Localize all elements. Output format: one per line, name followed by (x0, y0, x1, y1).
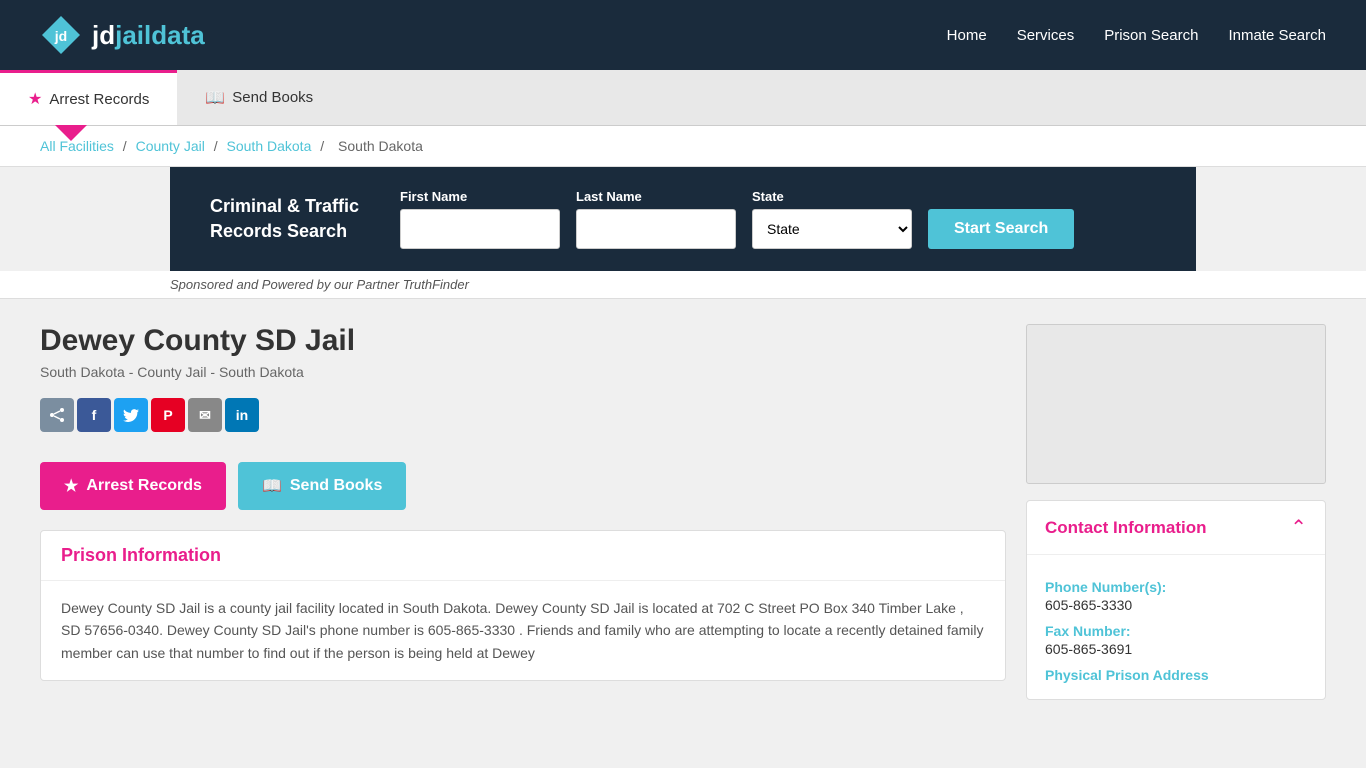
nav-prison-search[interactable]: Prison Search (1104, 27, 1198, 44)
fax-label: Fax Number: (1045, 623, 1307, 639)
address-label: Physical Prison Address (1045, 667, 1307, 683)
breadcrumb-south-dakota[interactable]: South Dakota (227, 138, 312, 154)
share-button[interactable] (40, 398, 74, 432)
contact-title: Contact Information (1045, 518, 1207, 538)
send-books-book-icon: 📖 (262, 476, 282, 496)
nav-links: Home Services Prison Search Inmate Searc… (947, 27, 1326, 44)
right-column: Contact Information ⌃ Phone Number(s): 6… (1026, 324, 1326, 700)
breadcrumb-current: South Dakota (338, 138, 423, 154)
phone-label: Phone Number(s): (1045, 579, 1307, 595)
nav-home[interactable]: Home (947, 27, 987, 44)
twitter-button[interactable] (114, 398, 148, 432)
social-share: f P ✉ in (40, 398, 1006, 432)
start-search-button[interactable]: Start Search (928, 209, 1074, 249)
linkedin-button[interactable]: in (225, 398, 259, 432)
state-select[interactable]: State Alabama Alaska Arizona Arkansas Ca… (752, 209, 912, 249)
pinterest-button[interactable]: P (151, 398, 185, 432)
facebook-button[interactable]: f (77, 398, 111, 432)
send-books-label: Send Books (290, 477, 382, 495)
last-name-group: Last Name (576, 189, 736, 249)
left-column: Dewey County SD Jail South Dakota - Coun… (40, 324, 1006, 700)
navbar: jd jdjaildata Home Services Prison Searc… (0, 0, 1366, 70)
facility-subtitle: South Dakota - County Jail - South Dakot… (40, 364, 1006, 380)
first-name-input[interactable] (400, 209, 560, 249)
facility-title: Dewey County SD Jail (40, 324, 1006, 358)
search-banner: Criminal & Traffic Records Search First … (170, 167, 1196, 271)
star-icon: ★ (28, 89, 42, 109)
contact-header: Contact Information ⌃ (1027, 501, 1325, 555)
prison-info-title: Prison Information (61, 545, 985, 566)
tab-arrest-records-label: Arrest Records (49, 91, 149, 108)
logo-area: jd jdjaildata (40, 14, 205, 56)
prison-info-card: Prison Information Dewey County SD Jail … (40, 530, 1006, 681)
prison-info-header: Prison Information (41, 531, 1005, 581)
ad-box (1026, 324, 1326, 484)
phone-value: 605-865-3330 (1045, 597, 1307, 613)
arrest-star-icon: ★ (64, 476, 78, 496)
sponsored-text: Sponsored and Powered by our Partner Tru… (0, 271, 1366, 299)
last-name-input[interactable] (576, 209, 736, 249)
contact-toggle[interactable]: ⌃ (1290, 515, 1307, 540)
email-button[interactable]: ✉ (188, 398, 222, 432)
breadcrumb-sep2: / (214, 138, 222, 154)
last-name-label: Last Name (576, 189, 736, 204)
fax-value: 605-865-3691 (1045, 641, 1307, 657)
contact-card: Contact Information ⌃ Phone Number(s): 6… (1026, 500, 1326, 700)
pink-triangle-indicator (55, 125, 87, 141)
logo-text: jdjaildata (92, 20, 205, 51)
breadcrumb-sep1: / (123, 138, 131, 154)
arrest-records-button[interactable]: ★ Arrest Records (40, 462, 226, 510)
svg-text:jd: jd (54, 28, 67, 44)
nav-inmate-search[interactable]: Inmate Search (1228, 27, 1326, 44)
first-name-label: First Name (400, 189, 560, 204)
tab-send-books-label: Send Books (232, 89, 313, 106)
breadcrumb-county-jail[interactable]: County Jail (136, 138, 205, 154)
book-icon: 📖 (205, 88, 225, 108)
main-content: Dewey County SD Jail South Dakota - Coun… (0, 299, 1366, 725)
action-buttons: ★ Arrest Records 📖 Send Books (40, 462, 1006, 510)
tab-bar: ★ Arrest Records 📖 Send Books (0, 70, 1366, 126)
tab-send-books[interactable]: 📖 Send Books (177, 70, 341, 125)
nav-services[interactable]: Services (1017, 27, 1075, 44)
logo-icon: jd (40, 14, 82, 56)
search-fields: First Name Last Name State State Alabama… (400, 189, 1156, 249)
state-group: State State Alabama Alaska Arizona Arkan… (752, 189, 912, 249)
send-books-button[interactable]: 📖 Send Books (238, 462, 406, 510)
prison-info-body: Dewey County SD Jail is a county jail fa… (41, 581, 1005, 680)
breadcrumb-sep3: / (320, 138, 328, 154)
state-label: State (752, 189, 912, 204)
first-name-group: First Name (400, 189, 560, 249)
tab-arrest-records[interactable]: ★ Arrest Records (0, 70, 177, 125)
search-banner-title: Criminal & Traffic Records Search (210, 194, 370, 244)
breadcrumb: All Facilities / County Jail / South Dak… (0, 126, 1366, 167)
arrest-records-label: Arrest Records (86, 477, 202, 495)
contact-body: Phone Number(s): 605-865-3330 Fax Number… (1027, 555, 1325, 699)
